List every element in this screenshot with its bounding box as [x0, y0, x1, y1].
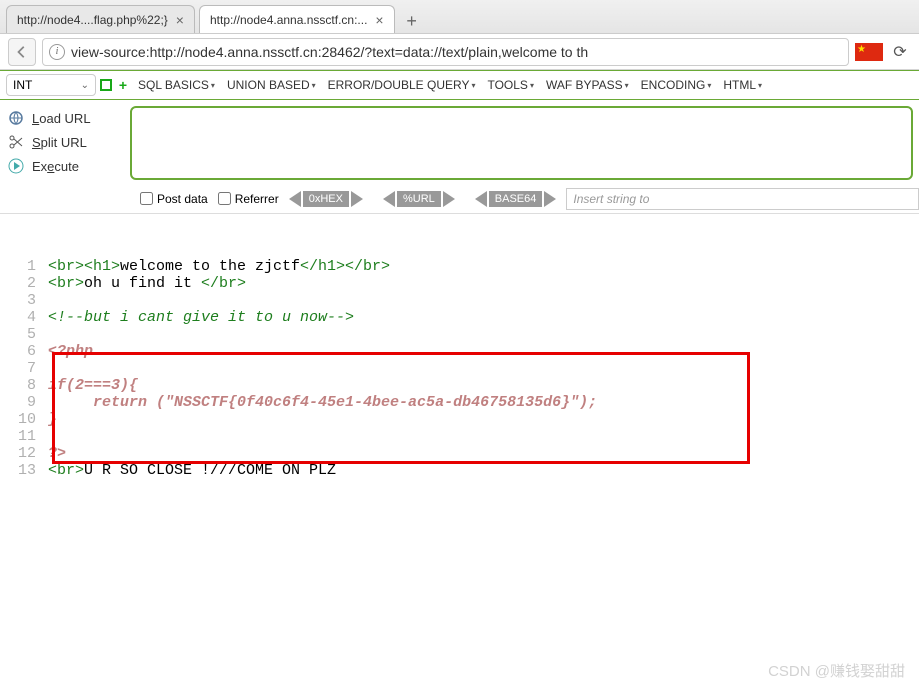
menu-waf-bypass[interactable]: WAF BYPASS▾ — [542, 78, 633, 92]
tab-2[interactable]: http://node4.anna.nssctf.cn:... × — [199, 5, 395, 33]
address-row: i view-source:http://node4.anna.nssctf.c… — [0, 34, 919, 70]
url-text: view-source:http://node4.anna.nssctf.cn:… — [71, 44, 842, 60]
stop-icon[interactable] — [100, 79, 112, 91]
execute-button[interactable]: Execute — [8, 154, 122, 178]
code-line: 11 — [0, 428, 919, 445]
caret-down-icon: ▾ — [707, 81, 711, 90]
code-line: 12?> — [0, 445, 919, 462]
globe-icon — [8, 110, 24, 126]
add-icon[interactable]: + — [116, 77, 130, 93]
int-label: INT — [13, 78, 32, 92]
reload-button[interactable]: ⟳ — [889, 41, 911, 63]
chevron-down-icon: ⌄ — [81, 80, 89, 91]
hackbar-toolbar: INT ⌄ + SQL BASICS▾ UNION BASED▾ ERROR/DOU… — [0, 70, 919, 100]
address-bar[interactable]: i view-source:http://node4.anna.nssctf.c… — [42, 38, 849, 66]
source-view: 1<br><h1>welcome to the zjctf</h1></br>2… — [0, 214, 919, 513]
watermark: CSDN @赚钱娶甜甜 — [768, 660, 905, 681]
back-button[interactable] — [8, 38, 36, 66]
play-icon — [8, 158, 24, 174]
caret-down-icon: ▾ — [758, 81, 762, 90]
new-tab-button[interactable]: + — [399, 9, 425, 33]
encode-0xhex[interactable]: 0xHEX — [289, 191, 363, 207]
code-line: 9 return ("NSSCTF{0f40c6f4-45e1-4bee-ac5… — [0, 394, 919, 411]
options-row: Post data Referrer 0xHEX %URL BASE64 Inser… — [0, 184, 919, 214]
tab-1[interactable]: http://node4....flag.php%22;} × — [6, 5, 195, 33]
caret-down-icon: ▾ — [625, 81, 629, 90]
encode-base64[interactable]: BASE64 — [475, 191, 557, 207]
code-line: 1<br><h1>welcome to the zjctf</h1></br> — [0, 258, 919, 275]
split-url-button[interactable]: Split URL — [8, 130, 122, 154]
post-data-checkbox[interactable]: Post data — [140, 192, 208, 206]
code-line: 3 — [0, 292, 919, 309]
menu-sql-basics[interactable]: SQL BASICS▾ — [134, 78, 219, 92]
menu-tools[interactable]: TOOLS▾ — [483, 78, 537, 92]
caret-down-icon: ▾ — [530, 81, 534, 90]
code-line: 10} — [0, 411, 919, 428]
menu-encoding[interactable]: ENCODING▾ — [637, 78, 716, 92]
menu-error-double-query[interactable]: ERROR/DOUBLE QUERY▾ — [324, 78, 480, 92]
close-icon[interactable]: × — [176, 12, 184, 28]
code-line: 13<br>U R SO CLOSE !///COME ON PLZ — [0, 462, 919, 479]
caret-down-icon: ▾ — [211, 81, 215, 90]
code-line: 2<br>oh u find it </br> — [0, 275, 919, 292]
left-actions: Load URL Split URL Execute — [0, 100, 130, 184]
encode-url[interactable]: %URL — [383, 191, 455, 207]
url-input[interactable] — [130, 106, 913, 180]
code-line: 7 — [0, 360, 919, 377]
int-selector[interactable]: INT ⌄ — [6, 74, 96, 96]
code-line: 8if(2===3){ — [0, 377, 919, 394]
tab-title: http://node4....flag.php%22;} — [17, 13, 168, 27]
tab-bar: http://node4....flag.php%22;} × http://n… — [0, 0, 919, 34]
code-line: 4<!--but i cant give it to u now--> — [0, 309, 919, 326]
load-url-button[interactable]: Load URL — [8, 106, 122, 130]
menu-html[interactable]: HTML▾ — [719, 78, 766, 92]
insert-string-input[interactable]: Insert string to — [566, 188, 919, 210]
caret-down-icon: ▾ — [312, 81, 316, 90]
back-icon — [15, 45, 29, 59]
flag-cn-icon[interactable] — [855, 43, 883, 61]
mid-row: Load URL Split URL Execute — [0, 100, 919, 184]
code-line: 5 — [0, 326, 919, 343]
info-icon[interactable]: i — [49, 44, 65, 60]
close-icon[interactable]: × — [375, 12, 383, 28]
tab-title: http://node4.anna.nssctf.cn:... — [210, 13, 367, 27]
scissors-icon — [8, 134, 24, 150]
referrer-checkbox[interactable]: Referrer — [218, 192, 279, 206]
code-line: 6<?php — [0, 343, 919, 360]
menu-union-based[interactable]: UNION BASED▾ — [223, 78, 320, 92]
caret-down-icon: ▾ — [471, 81, 475, 90]
